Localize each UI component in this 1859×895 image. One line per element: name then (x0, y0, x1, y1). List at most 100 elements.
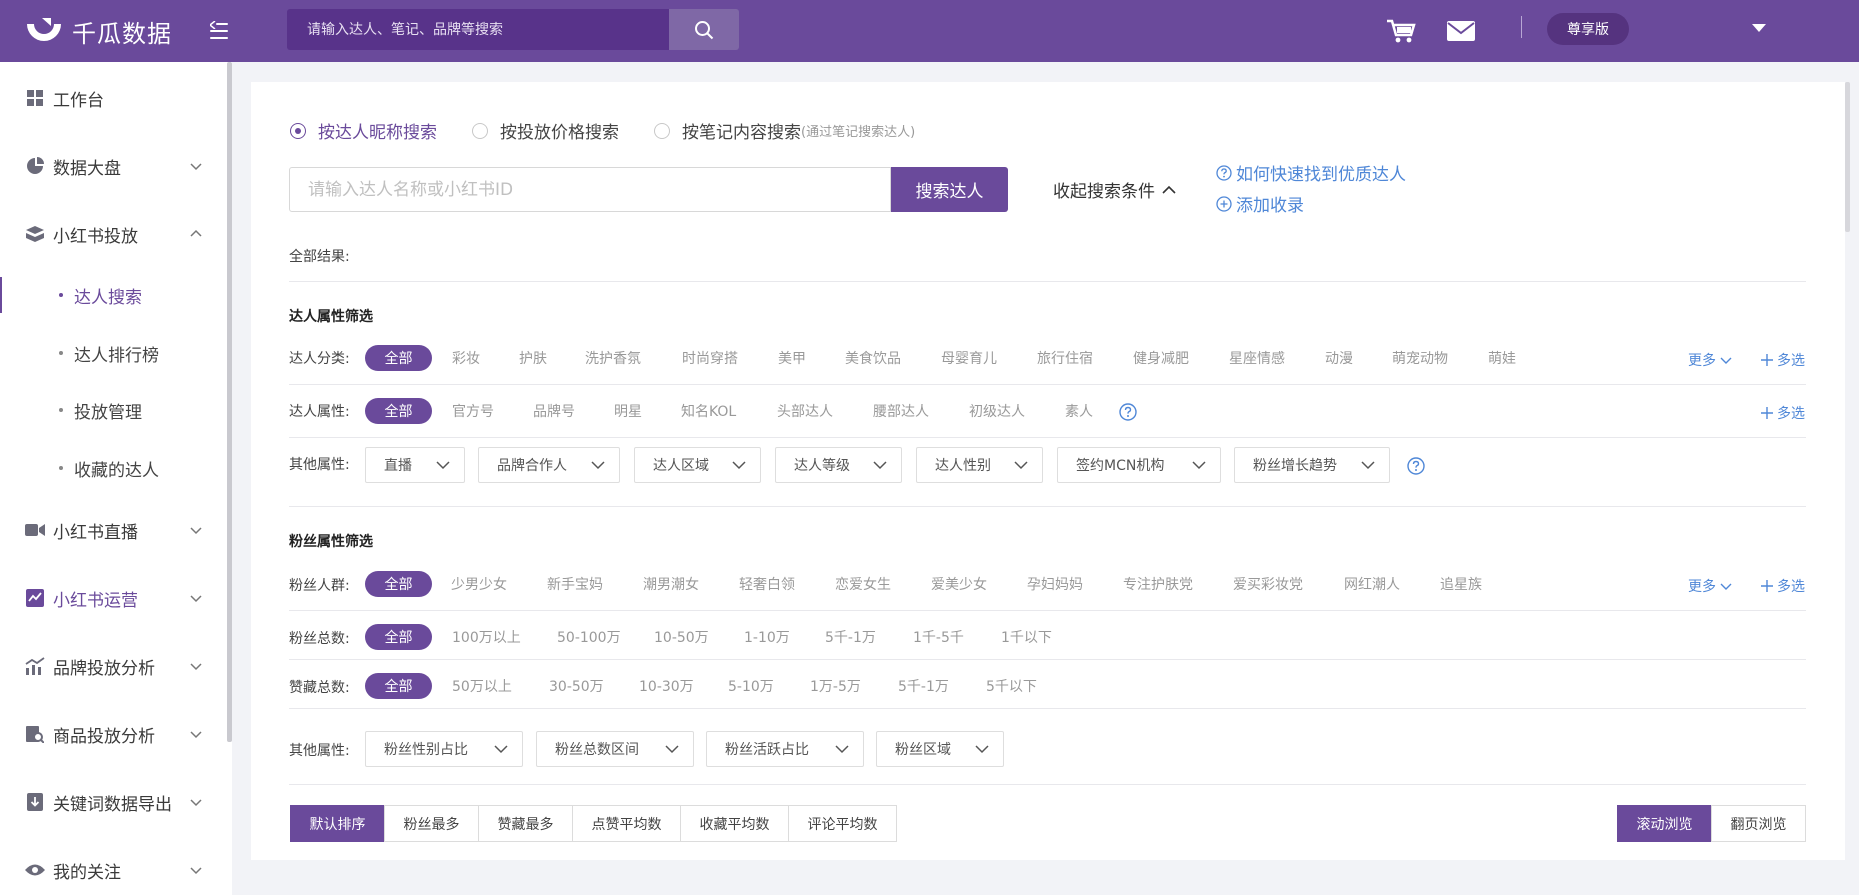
dropdown-talent-gender[interactable]: 达人性别 (916, 447, 1043, 483)
search-talent-button[interactable]: 搜索达人 (891, 167, 1008, 212)
category-chip[interactable]: 萌娃 (1488, 345, 1516, 371)
sidebar-subitem-talent-ranking[interactable]: 达人排行榜 (0, 335, 226, 371)
vip-badge[interactable]: 尊享版 (1547, 13, 1629, 45)
dropdown-brand-partner[interactable]: 品牌合作人 (478, 447, 620, 483)
likes-total-chip[interactable]: 10-30万 (639, 673, 694, 699)
global-search-button[interactable] (669, 9, 739, 50)
dropdown-fan-region[interactable]: 粉丝区域 (876, 731, 1004, 767)
sort-most-fans-button[interactable]: 粉丝最多 (384, 805, 479, 842)
crowd-chip[interactable]: 孕妇妈妈 (1027, 571, 1083, 597)
dropdown-live[interactable]: 直播 (365, 447, 465, 483)
category-chip[interactable]: 美食饮品 (845, 345, 901, 371)
attribute-chip[interactable]: 知名KOL (681, 398, 736, 424)
radio-search-by-price[interactable]: 按投放价格搜索 (472, 118, 619, 143)
crowd-chip[interactable]: 新手宝妈 (547, 571, 603, 597)
category-chip[interactable]: 萌宠动物 (1392, 345, 1448, 371)
crowd-chip[interactable]: 网红潮人 (1344, 571, 1400, 597)
sidebar-item-workbench[interactable]: 工作台 (0, 78, 226, 118)
likes-total-chip[interactable]: 50万以上 (452, 673, 512, 699)
likes-total-chip[interactable]: 5千以下 (986, 673, 1037, 699)
crowd-multi-select[interactable]: 多选 (1761, 576, 1805, 596)
attribute-multi-select[interactable]: 多选 (1761, 403, 1805, 423)
fan-total-chip[interactable]: 1-10万 (744, 624, 790, 650)
sidebar-scrollbar[interactable] (227, 62, 232, 742)
fan-total-chip[interactable]: 1千以下 (1001, 624, 1052, 650)
crowd-chip[interactable]: 爱美少女 (931, 571, 987, 597)
sidebar-item-product-analysis[interactable]: 商品投放分析 (0, 714, 226, 754)
likes-total-chip[interactable]: 5-10万 (728, 673, 774, 699)
sidebar-subitem-favorite-talents[interactable]: 收藏的达人 (0, 450, 226, 486)
fan-total-chip[interactable]: 100万以上 (452, 624, 521, 650)
likes-total-chip[interactable]: 5千-1万 (898, 673, 949, 699)
menu-toggle-icon[interactable] (210, 21, 232, 40)
dropdown-fan-total-range[interactable]: 粉丝总数区间 (536, 731, 694, 767)
attribute-chip[interactable]: 官方号 (452, 398, 494, 424)
fan-total-chip[interactable]: 5千-1万 (825, 624, 876, 650)
radio-search-by-note[interactable]: 按笔记内容搜索 (通过笔记搜索达人) (654, 118, 915, 143)
mail-icon[interactable] (1447, 21, 1475, 45)
fan-total-chip[interactable]: 1千-5千 (913, 624, 964, 650)
talent-search-input[interactable] (289, 167, 891, 212)
category-chip[interactable]: 彩妆 (452, 345, 480, 371)
crowd-chip[interactable]: 全部 (365, 571, 432, 597)
sort-most-likes-button[interactable]: 赞藏最多 (478, 805, 573, 842)
sidebar-subitem-placement-management[interactable]: 投放管理 (0, 392, 226, 428)
attribute-chip[interactable]: 全部 (365, 398, 432, 424)
category-chip[interactable]: 旅行住宿 (1037, 345, 1093, 371)
sidebar-item-xhs-placement[interactable]: 小红书投放 (0, 214, 226, 254)
fan-total-chip[interactable]: 全部 (365, 624, 432, 650)
category-chip[interactable]: 时尚穿搭 (682, 345, 738, 371)
fan-total-chip[interactable]: 10-50万 (654, 624, 709, 650)
cart-icon[interactable] (1386, 18, 1416, 48)
category-chip[interactable]: 动漫 (1325, 345, 1353, 371)
dropdown-mcn-agency[interactable]: 签约MCN机构 (1057, 447, 1221, 483)
sidebar-item-xhs-live[interactable]: 小红书直播 (0, 510, 226, 550)
global-search-input[interactable] (287, 9, 669, 50)
crowd-chip[interactable]: 爱买彩妆党 (1233, 571, 1303, 597)
sort-avg-comments-button[interactable]: 评论平均数 (788, 805, 897, 842)
collapse-filters-toggle[interactable]: 收起搜索条件 (1053, 177, 1177, 202)
category-chip[interactable]: 洗护香氛 (585, 345, 641, 371)
sidebar-item-my-follows[interactable]: 我的关注 (0, 850, 226, 890)
category-chip[interactable]: 母婴育儿 (941, 345, 997, 371)
help-link[interactable]: 如何快速找到优质达人 (1216, 160, 1406, 185)
attribute-chip[interactable]: 腰部达人 (873, 398, 929, 424)
sort-avg-likes-button[interactable]: 点赞平均数 (572, 805, 681, 842)
sidebar-item-brand-analysis[interactable]: 品牌投放分析 (0, 646, 226, 686)
crowd-chip[interactable]: 潮男潮女 (643, 571, 699, 597)
sidebar-item-keyword-export[interactable]: 关键词数据导出 (0, 782, 226, 822)
dropdown-fan-active-ratio[interactable]: 粉丝活跃占比 (706, 731, 864, 767)
crowd-more-link[interactable]: 更多 (1688, 576, 1732, 596)
main-scrollbar[interactable] (1845, 82, 1850, 232)
dropdown-fan-growth[interactable]: 粉丝增长趋势 (1234, 447, 1390, 483)
category-chip[interactable]: 美甲 (778, 345, 806, 371)
likes-total-chip[interactable]: 1万-5万 (810, 673, 861, 699)
category-multi-select[interactable]: 多选 (1761, 350, 1805, 370)
fan-total-chip[interactable]: 50-100万 (557, 624, 621, 650)
sidebar-item-data-overview[interactable]: 数据大盘 (0, 146, 226, 186)
sidebar-item-xhs-operation[interactable]: 小红书运营 (0, 578, 226, 618)
crowd-chip[interactable]: 专注护肤党 (1123, 571, 1193, 597)
category-chip[interactable]: 护肤 (519, 345, 547, 371)
category-more-link[interactable]: 更多 (1688, 350, 1732, 370)
attribute-chip[interactable]: 头部达人 (777, 398, 833, 424)
add-record-link[interactable]: 添加收录 (1216, 191, 1304, 216)
crowd-chip[interactable]: 追星族 (1440, 571, 1482, 597)
dropdown-fan-gender-ratio[interactable]: 粉丝性别占比 (365, 731, 523, 767)
likes-total-chip[interactable]: 30-50万 (549, 673, 604, 699)
attribute-chip[interactable]: 初级达人 (969, 398, 1025, 424)
likes-total-chip[interactable]: 全部 (365, 673, 432, 699)
radio-search-by-nickname[interactable]: 按达人昵称搜索 (290, 118, 437, 143)
crowd-chip[interactable]: 轻奢白领 (739, 571, 795, 597)
question-circle-icon[interactable] (1119, 403, 1137, 421)
attribute-chip[interactable]: 素人 (1065, 398, 1093, 424)
sidebar-subitem-talent-search[interactable]: 达人搜索 (0, 277, 226, 313)
attribute-chip[interactable]: 明星 (614, 398, 642, 424)
category-chip[interactable]: 星座情感 (1229, 345, 1285, 371)
scroll-view-button[interactable]: 滚动浏览 (1617, 805, 1712, 842)
dropdown-talent-level[interactable]: 达人等级 (775, 447, 902, 483)
crowd-chip[interactable]: 恋爱女生 (835, 571, 891, 597)
dropdown-talent-region[interactable]: 达人区域 (634, 447, 761, 483)
user-dropdown-icon[interactable] (1752, 24, 1766, 32)
crowd-chip[interactable]: 少男少女 (451, 571, 507, 597)
